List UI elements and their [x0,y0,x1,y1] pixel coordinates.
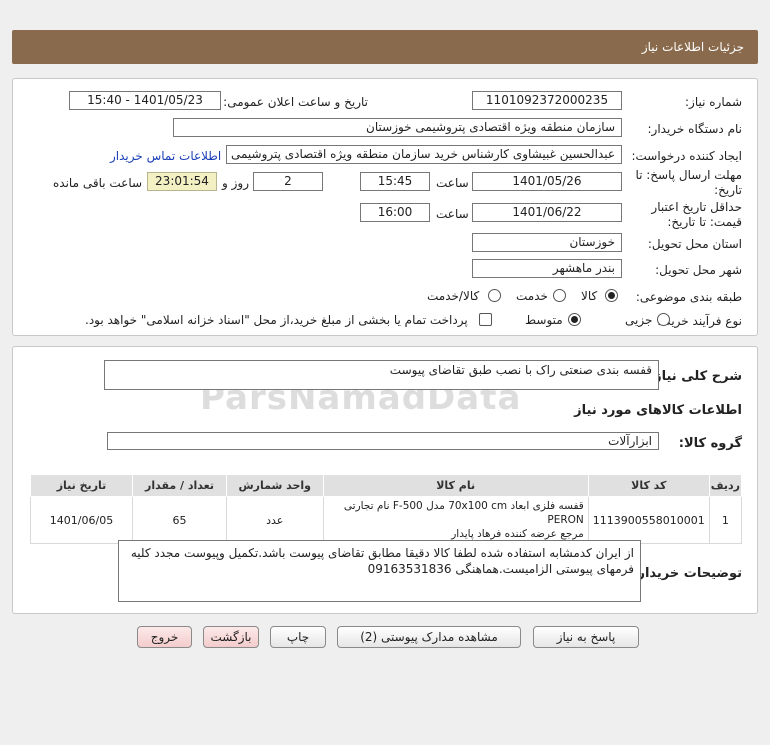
row-name: قفسه فلزی ابعاد 70x100 cm مدل F-500 نام … [322,496,589,544]
need-number-label: شماره نیاز: [685,95,742,109]
row-index: 1 [708,496,743,544]
validity-date-field: 1401/06/22 [472,203,622,222]
buyer-notes-field: از ایران کدمشابه استفاده شده لطفا کالا د… [118,540,641,602]
exit-button[interactable]: خروج [137,626,192,648]
row-name-line1: قفسه فلزی ابعاد 70x100 cm مدل F-500 نام … [343,500,584,526]
category-label: طبقه بندی موضوعی: [635,290,742,304]
category-radio-service[interactable] [553,289,566,302]
validity-label-line2: قیمت: تا تاریخ: [667,215,742,229]
print-button[interactable]: چاپ [270,626,326,648]
goods-table: ردیف کد کالا نام کالا واحد شمارش تعداد /… [29,474,743,544]
col-name-header: نام کالا [322,474,589,497]
days-label: روز و [222,176,249,190]
page-title-bar: جزئیات اطلاعات نیاز [12,30,758,64]
validity-label-line1: حداقل تاریخ اعتبار [651,200,742,214]
col-date-header: تاریخ نیاز [29,474,134,497]
validity-time-label: ساعت [436,207,469,221]
row-code: 1113900558010001 [587,496,710,544]
category-option-service: خدمت [516,289,548,303]
province-field: خوزستان [472,233,622,252]
city-field: بندر ماهشهر [472,259,622,278]
process-radio-minor[interactable] [657,313,670,326]
province-label: استان محل تحویل: [647,237,742,251]
need-summary-field: قفسه بندی صنعتی راک با نصب طبق تقاضای پی… [104,360,659,390]
back-button[interactable]: بازگشت [203,626,259,648]
category-option-goods-service: کالا/خدمت [427,289,480,303]
need-number-field: 1101092372000235 [472,91,622,110]
goods-group-field: ابزارآلات [107,432,659,450]
deadline-time-field: 15:45 [360,172,430,191]
category-radio-goods-service[interactable] [488,289,501,302]
process-radio-medium[interactable] [568,313,581,326]
buyer-notes-label: توضیحات خریدار: [632,566,742,581]
creator-label: ایجاد کننده درخواست: [631,149,742,163]
process-option-medium: متوسط [525,313,563,327]
creator-field: عبدالحسین غبیشاوی کارشناس خرید سازمان من… [226,145,622,164]
announce-field: 1401/05/23 - 15:40 [69,91,221,110]
col-row-header: ردیف [708,474,743,497]
row-unit: عدد [225,496,324,544]
deadline-date-field: 1401/05/26 [472,172,622,191]
buyer-org-field: سازمان منطقه ویژه اقتصادی پتروشیمی خوزست… [173,118,622,137]
deadline-label-line1: مهلت ارسال پاسخ: تا [635,168,742,182]
process-label: نوع فرآیند خرید : [657,314,742,328]
page-title: جزئیات اطلاعات نیاز [641,40,744,54]
goods-info-heading: اطلاعات کالاهای مورد نیاز [574,403,742,418]
reply-button[interactable]: پاسخ به نیاز [533,626,639,648]
announce-label: تاریخ و ساعت اعلان عمومی: [223,95,368,109]
table-row: 1 1113900558010001 قفسه فلزی ابعاد 70x10… [29,496,743,544]
col-unit-header: واحد شمارش [225,474,324,497]
validity-time-field: 16:00 [360,203,430,222]
row-qty: 65 [132,496,227,544]
need-summary-label: شرح کلی نیاز: [648,369,742,384]
category-option-goods: کالا [581,289,598,303]
deadline-label-line2: تاریخ: [714,183,742,197]
goods-group-label: گروه کالا: [678,436,742,451]
row-name-line2: مرجع عرضه کننده فرهاد پایدار [451,528,584,540]
deadline-time-label: ساعت [436,176,469,190]
view-attachments-button[interactable]: مشاهده مدارک پیوستی (2) [337,626,521,648]
buyer-contact-link[interactable]: اطلاعات تماس خریدار [110,149,221,163]
remaining-time-field: 23:01:54 [147,172,217,191]
remaining-label: ساعت باقی مانده [53,176,143,190]
treasury-payment-checkbox[interactable] [479,313,492,326]
category-radio-goods[interactable] [605,289,618,302]
row-date: 1401/06/05 [29,496,134,544]
col-code-header: کد کالا [587,474,710,497]
treasury-payment-note: پرداخت تمام یا بخشی از مبلغ خرید،از محل … [85,313,468,327]
days-field: 2 [253,172,323,191]
buyer-org-label: نام دستگاه خریدار: [647,122,743,136]
col-qty-header: تعداد / مقدار [132,474,227,497]
process-option-minor: جزیی [625,313,653,327]
city-label: شهر محل تحویل: [655,263,742,277]
goods-table-header: ردیف کد کالا نام کالا واحد شمارش تعداد /… [29,474,743,497]
